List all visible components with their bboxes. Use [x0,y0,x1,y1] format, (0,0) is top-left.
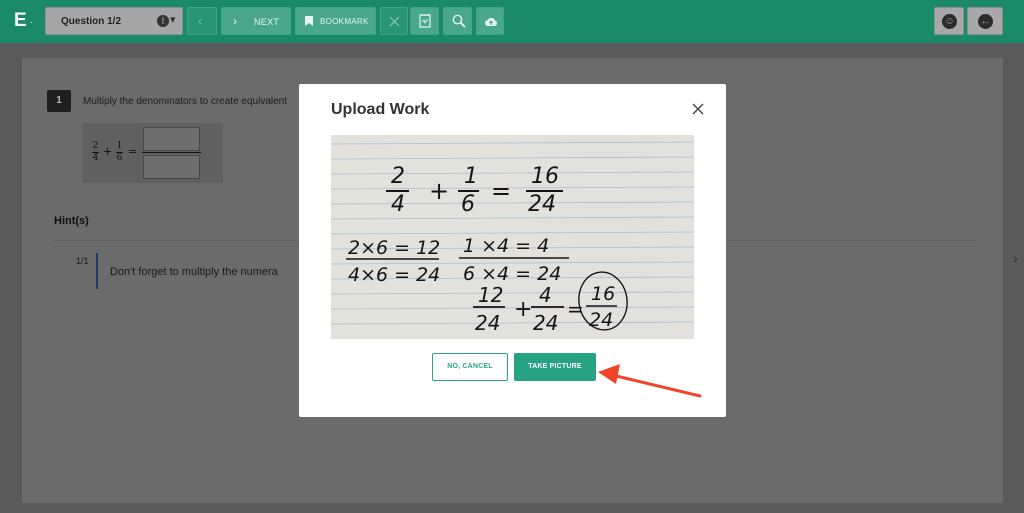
svg-text:16: 16 [591,283,615,305]
notepad-button[interactable] [410,7,439,35]
svg-text:4: 4 [391,192,405,217]
svg-text:=: = [491,177,511,205]
notepad-icon [419,14,431,28]
exit-button[interactable]: ← [967,7,1003,35]
zoom-button[interactable] [443,7,472,35]
chevron-left-icon: ‹ [198,14,202,28]
chevron-right-icon: › [233,14,237,28]
svg-text:=: = [567,297,584,321]
eliminator-button[interactable] [380,7,408,35]
svg-text:24: 24 [533,311,558,335]
svg-text:4: 4 [539,283,552,307]
next-button[interactable]: › NEXT [221,7,291,35]
svg-text:1 ×4 = 4: 1 ×4 = 4 [463,235,549,257]
question-select-label: Question 1/2 [61,16,122,27]
fraction-bar [142,152,201,153]
svg-text:2: 2 [391,164,405,189]
annotation-arrow-icon [598,364,702,398]
bookmark-button-label: BOOKMARK [320,17,369,26]
accessibility-button[interactable]: ☺ [934,7,964,35]
svg-text:+: + [429,177,449,205]
hint-count: 1/1 [76,256,89,266]
chevron-down-icon: ▾ [170,14,176,26]
dialog-title: Upload Work [331,101,430,118]
next-question-arrow[interactable]: › [1007,244,1024,272]
question-number: 1 [47,90,71,112]
hint-text: Don't forget to multiply the numera [110,266,278,278]
cross-out-icon [389,16,400,27]
upload-button[interactable] [476,7,504,35]
hint-accent-bar [96,253,98,289]
top-toolbar: E · Question 1/2 ! ▾ ‹ › NEXT BOOKMARK ☺… [0,0,1024,43]
bookmark-icon [305,16,313,26]
next-button-label: NEXT [254,17,280,27]
svg-text:6 ×4 = 24: 6 ×4 = 24 [463,263,561,285]
cancel-button[interactable]: NO, CANCEL [432,353,508,381]
svg-text:16: 16 [531,164,559,189]
logo-menu-dot: · [30,17,33,27]
close-icon[interactable] [690,101,706,117]
svg-text:24: 24 [528,192,556,217]
fraction-1: 2 4 [92,141,99,163]
equals-sign: = [128,145,138,158]
cloud-upload-icon [485,17,498,26]
svg-text:4×6 = 24: 4×6 = 24 [348,264,440,286]
info-icon: ! [157,15,169,27]
fraction-2: 1 6 [116,141,123,163]
search-icon [452,14,466,28]
take-picture-button[interactable]: TAKE PICTURE [514,353,596,381]
svg-text:12: 12 [478,283,503,307]
bookmark-button[interactable]: BOOKMARK [295,7,376,35]
question-select[interactable]: Question 1/2 ! ▾ [45,7,183,35]
svg-text:6: 6 [461,192,475,217]
svg-text:2×6 = 12: 2×6 = 12 [348,237,440,259]
svg-text:24: 24 [589,309,613,331]
question-prompt: Multiply the denominators to create equi… [83,96,288,107]
back-arrow-icon: ← [978,14,993,29]
work-photo: 2 4 + 1 6 = 16 24 2×6 = 12 4×6 = 24 1 ×4… [331,135,694,339]
accessibility-icon: ☺ [942,14,957,29]
app-logo[interactable]: E [14,10,27,32]
svg-text:24: 24 [475,311,500,335]
svg-text:+: + [514,297,532,322]
hints-title: Hint(s) [54,215,89,227]
denominator-input[interactable] [143,155,200,179]
numerator-input[interactable] [143,127,200,151]
svg-text:1: 1 [464,164,478,189]
previous-button[interactable]: ‹ [187,7,217,35]
plus-sign: + [103,145,113,158]
